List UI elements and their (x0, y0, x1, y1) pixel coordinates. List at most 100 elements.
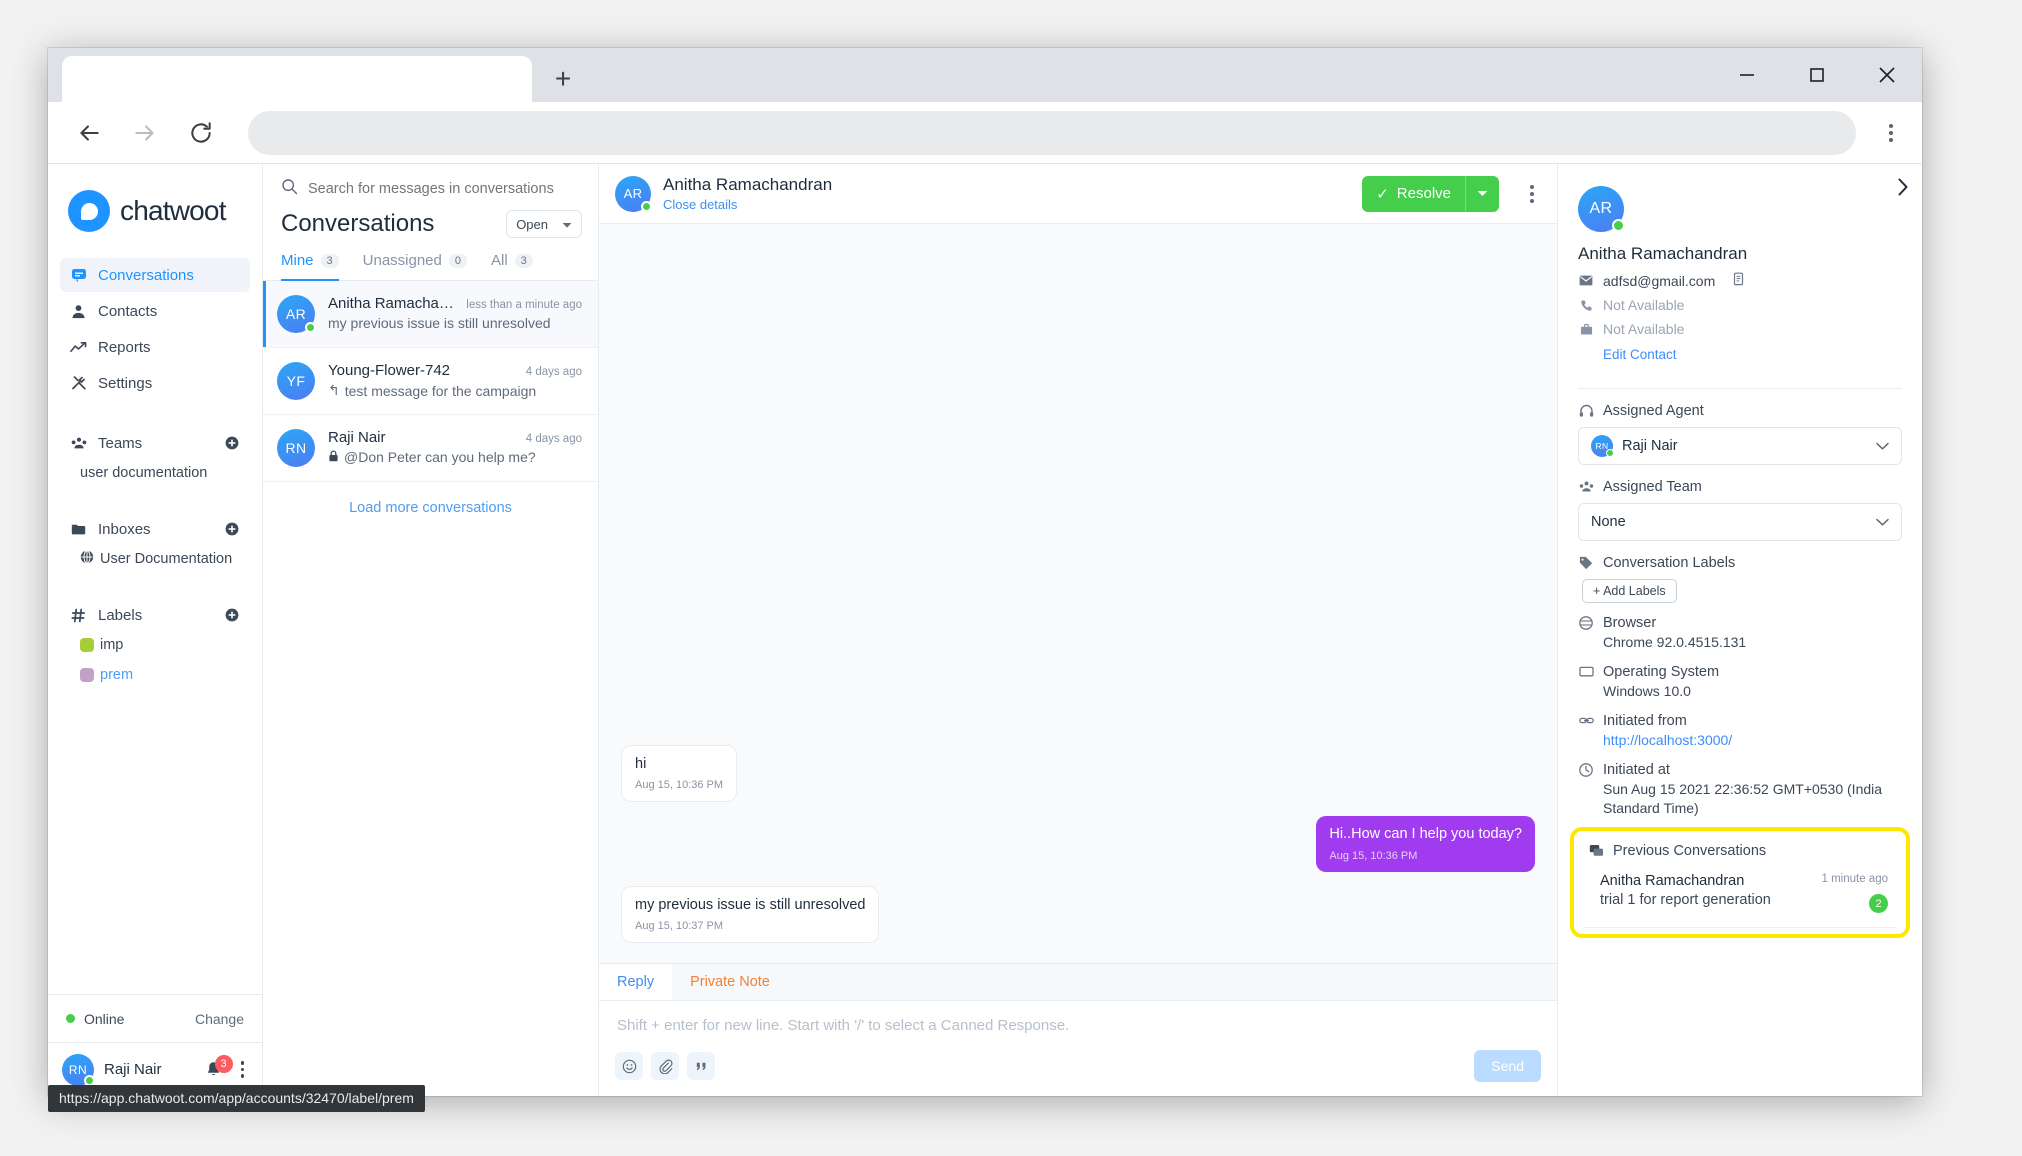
add-team-button[interactable] (224, 435, 240, 451)
load-more-conversations-button[interactable]: Load more conversations (263, 482, 598, 534)
change-availability-button[interactable]: Change (195, 1011, 244, 1027)
browser-status-bar-link: https://app.chatwoot.com/app/accounts/32… (48, 1085, 425, 1112)
availability-label: Online (84, 1010, 125, 1027)
conversation-item[interactable]: RN Raji Nair 4 days ago @Don Peter can y… (263, 415, 598, 482)
primary-nav: Conversations Contacts Reports Settings … (48, 258, 262, 690)
conversation-search[interactable] (263, 164, 598, 208)
chevron-down-icon (1477, 191, 1488, 196)
labels-group-header: Labels (60, 600, 250, 630)
message-timestamp: Aug 15, 10:36 PM (635, 779, 724, 792)
new-tab-button[interactable]: + (544, 60, 582, 98)
search-input[interactable] (308, 181, 580, 197)
avatar-initials: AR (1589, 200, 1613, 217)
previous-conversation-item[interactable]: Anitha Ramachandran trial 1 for report g… (1584, 869, 1896, 929)
label-item-imp[interactable]: imp (60, 630, 250, 660)
resolve-dropdown-button[interactable] (1465, 175, 1499, 212)
inbox-item-user-documentation[interactable]: User Documentation (60, 544, 250, 574)
conversation-item[interactable]: AR Anitha Ramachandran less than a minut… (263, 281, 598, 348)
contact-name: Anitha Ramachandran (1578, 244, 1748, 263)
brand-logo[interactable]: chatwoot (48, 164, 262, 258)
assigned-team-select[interactable]: None (1578, 503, 1902, 541)
conversation-preview: @Don Peter can you help me? (328, 449, 582, 465)
tag-icon (1578, 556, 1594, 570)
lock-icon (328, 449, 339, 465)
resolve-label: Resolve (1396, 185, 1451, 202)
emoji-icon[interactable] (615, 1052, 643, 1080)
person-icon (70, 304, 87, 319)
conversation-preview: my previous issue is still unresolved (328, 315, 582, 331)
initiated-from-value[interactable]: http://localhost:3000/ (1603, 731, 1902, 750)
close-details-link[interactable]: Close details (663, 197, 1350, 212)
send-button[interactable]: Send (1474, 1050, 1541, 1082)
forward-button[interactable] (122, 110, 168, 156)
previous-conversations-heading: Previous Conversations (1584, 843, 1896, 859)
tab-all[interactable]: All 3 (491, 246, 533, 281)
conversation-timestamp: less than a minute ago (466, 299, 582, 311)
reload-button[interactable] (178, 110, 224, 156)
add-labels-button[interactable]: + Add Labels (1582, 579, 1677, 603)
maximize-button[interactable] (1782, 48, 1852, 102)
sidebar-item-settings[interactable]: Settings (60, 366, 250, 400)
back-button[interactable] (66, 110, 112, 156)
reply-toolbar: Send (599, 1044, 1557, 1096)
conversation-name: Anitha Ramachandran (328, 295, 458, 312)
conversation-pane: AR Anitha Ramachandran Close details ✓ R… (599, 164, 1557, 1096)
tab-private-note[interactable]: Private Note (672, 964, 788, 1000)
new-tab-icon: + (554, 63, 572, 94)
message-row: hi Aug 15, 10:36 PM (621, 744, 1535, 803)
conversation-item[interactable]: YF Young-Flower-742 4 days ago ↰ test me… (263, 348, 598, 415)
close-icon (1879, 67, 1895, 83)
sidebar-item-conversations[interactable]: Conversations (60, 258, 250, 292)
assigned-team-heading: Assigned Team (1578, 479, 1902, 495)
inbox-label: User Documentation (100, 551, 233, 567)
label-color-swatch (80, 638, 94, 652)
conversation-list-panel: Conversations Open Mine 3 Unassigned (263, 164, 599, 1096)
tab-reply[interactable]: Reply (599, 964, 673, 1000)
resolve-main[interactable]: ✓ Resolve (1362, 176, 1465, 212)
status-filter-dropdown[interactable]: Open (506, 210, 582, 238)
minimize-button[interactable] (1712, 48, 1782, 102)
add-inbox-button[interactable] (224, 521, 240, 537)
avatar-initials: RN (285, 440, 307, 456)
browser-tab[interactable] (62, 56, 532, 102)
os-attribute: Operating System Windows 10.0 (1558, 652, 1922, 701)
reply-box: Reply Private Note Shift + enter for new… (599, 963, 1557, 1096)
close-button[interactable] (1852, 48, 1922, 102)
tab-mine[interactable]: Mine 3 (281, 246, 339, 281)
conversation-more-menu-button[interactable] (1525, 180, 1539, 208)
notifications-button[interactable]: 3 (205, 1055, 233, 1078)
add-label-button[interactable] (224, 607, 240, 623)
team-item-user-documentation[interactable]: user documentation (60, 458, 250, 488)
attachment-icon[interactable] (651, 1052, 679, 1080)
search-icon (281, 178, 298, 200)
label-item-prem[interactable]: prem (60, 660, 250, 690)
resolve-button[interactable]: ✓ Resolve (1362, 175, 1499, 212)
address-bar[interactable] (248, 110, 1856, 155)
agent-menu-button[interactable] (237, 1057, 249, 1082)
sidebar-item-contacts[interactable]: Contacts (60, 294, 250, 328)
inboxes-title: Inboxes (98, 520, 151, 538)
reply-input[interactable]: Shift + enter for new line. Start with '… (599, 1001, 1557, 1044)
globe-icon (80, 550, 94, 568)
canned-response-icon[interactable] (687, 1052, 715, 1080)
previous-conversation-body: Anitha Ramachandran trial 1 for report g… (1600, 873, 1822, 913)
chatwoot-logo-icon (68, 190, 110, 232)
initiated-from-label: Initiated from (1603, 712, 1687, 729)
contact-phone-row: Not Available (1578, 297, 1902, 313)
primary-sidebar: chatwoot Conversations Contacts Reports … (48, 164, 263, 1096)
tab-unassigned[interactable]: Unassigned 0 (363, 246, 467, 281)
sidebar-item-reports[interactable]: Reports (60, 330, 250, 364)
message-text: hi (635, 755, 647, 772)
collapse-panel-button[interactable] (1896, 178, 1910, 201)
copy-icon[interactable] (1732, 272, 1745, 289)
assigned-agent-select[interactable]: RN Raji Nair (1578, 427, 1902, 465)
assigned-agent-heading: Assigned Agent (1578, 403, 1902, 419)
browser-menu-button[interactable] (1870, 112, 1912, 154)
teams-icon (70, 437, 87, 450)
os-value: Windows 10.0 (1603, 682, 1691, 699)
edit-contact-button[interactable]: Edit Contact (1603, 347, 1902, 362)
browser-tab-strip: + (48, 48, 1922, 102)
teams-group-header: Teams (60, 428, 250, 458)
